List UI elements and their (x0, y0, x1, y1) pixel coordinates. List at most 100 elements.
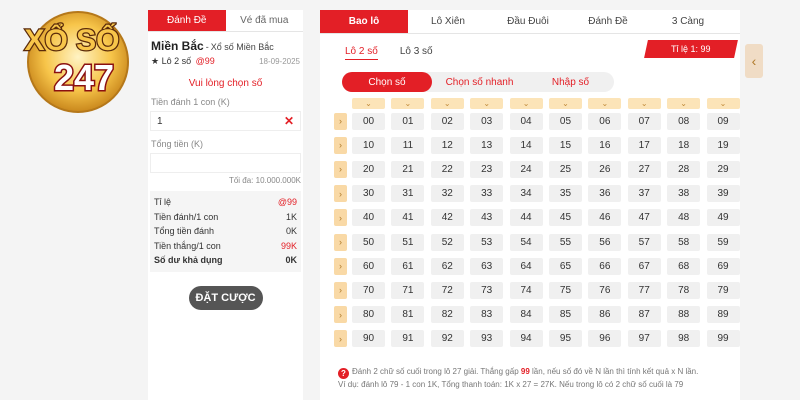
number-cell[interactable]: 03 (470, 112, 504, 130)
number-cell[interactable]: 77 (627, 281, 661, 299)
tab-category[interactable]: Đầu Đuôi (488, 10, 568, 33)
number-cell[interactable]: 87 (627, 306, 661, 324)
column-select-chevron-icon[interactable]: ⌄ (627, 98, 661, 109)
site-logo[interactable]: XỔ SỐ 247 (0, 0, 145, 120)
number-cell[interactable]: 36 (588, 185, 622, 203)
column-select-chevron-icon[interactable]: ⌄ (352, 98, 385, 109)
column-select-chevron-icon[interactable]: ⌄ (391, 98, 425, 109)
number-cell[interactable]: 20 (352, 160, 385, 178)
number-cell[interactable]: 99 (706, 330, 740, 348)
number-cell[interactable]: 97 (627, 330, 661, 348)
number-cell[interactable]: 34 (509, 185, 543, 203)
number-cell[interactable]: 55 (548, 233, 582, 251)
number-cell[interactable]: 86 (588, 306, 622, 324)
number-cell[interactable]: 72 (430, 281, 464, 299)
number-cell[interactable]: 74 (509, 281, 543, 299)
row-select-chevron-icon[interactable]: › (334, 209, 347, 227)
stake-input[interactable]: 1 ✕ (150, 111, 301, 131)
number-cell[interactable]: 38 (667, 185, 701, 203)
number-cell[interactable]: 92 (430, 330, 464, 348)
row-select-chevron-icon[interactable]: › (334, 185, 347, 203)
number-cell[interactable]: 91 (391, 330, 425, 348)
number-cell[interactable]: 98 (667, 330, 701, 348)
number-cell[interactable]: 83 (470, 306, 504, 324)
number-cell[interactable]: 12 (430, 136, 464, 154)
number-cell[interactable]: 59 (706, 233, 740, 251)
column-select-chevron-icon[interactable]: ⌄ (430, 98, 464, 109)
number-cell[interactable]: 94 (509, 330, 543, 348)
number-cell[interactable]: 73 (470, 281, 504, 299)
number-cell[interactable]: 32 (430, 185, 464, 203)
row-select-chevron-icon[interactable]: › (334, 257, 347, 275)
number-cell[interactable]: 29 (706, 160, 740, 178)
number-cell[interactable]: 93 (470, 330, 504, 348)
number-cell[interactable]: 75 (548, 281, 582, 299)
number-cell[interactable]: 42 (430, 209, 464, 227)
number-cell[interactable]: 30 (352, 185, 385, 203)
number-cell[interactable]: 78 (667, 281, 701, 299)
number-cell[interactable]: 57 (627, 233, 661, 251)
number-cell[interactable]: 16 (588, 136, 622, 154)
number-cell[interactable]: 23 (470, 160, 504, 178)
number-cell[interactable]: 27 (627, 160, 661, 178)
number-cell[interactable]: 67 (627, 257, 661, 275)
number-cell[interactable]: 70 (352, 281, 385, 299)
number-cell[interactable]: 07 (627, 112, 661, 130)
number-cell[interactable]: 85 (548, 306, 582, 324)
column-select-chevron-icon[interactable]: ⌄ (588, 98, 622, 109)
number-cell[interactable]: 06 (588, 112, 622, 130)
number-cell[interactable]: 21 (391, 160, 425, 178)
number-cell[interactable]: 89 (706, 306, 740, 324)
subtab-lo-3-so[interactable]: Lô 3 số (400, 46, 433, 60)
column-select-chevron-icon[interactable]: ⌄ (548, 98, 582, 109)
number-cell[interactable]: 15 (548, 136, 582, 154)
number-cell[interactable]: 00 (352, 112, 385, 130)
number-cell[interactable]: 48 (667, 209, 701, 227)
row-select-chevron-icon[interactable]: › (334, 112, 347, 130)
number-cell[interactable]: 95 (548, 330, 582, 348)
number-cell[interactable]: 64 (509, 257, 543, 275)
number-cell[interactable]: 09 (706, 112, 740, 130)
number-cell[interactable]: 46 (588, 209, 622, 227)
number-cell[interactable]: 13 (470, 136, 504, 154)
number-cell[interactable]: 96 (588, 330, 622, 348)
number-cell[interactable]: 17 (627, 136, 661, 154)
number-cell[interactable]: 39 (706, 185, 740, 203)
number-cell[interactable]: 10 (352, 136, 385, 154)
number-cell[interactable]: 43 (470, 209, 504, 227)
number-cell[interactable]: 80 (352, 306, 385, 324)
column-select-chevron-icon[interactable]: ⌄ (509, 98, 543, 109)
number-cell[interactable]: 90 (352, 330, 385, 348)
number-cell[interactable]: 71 (391, 281, 425, 299)
number-cell[interactable]: 56 (588, 233, 622, 251)
number-cell[interactable]: 69 (706, 257, 740, 275)
number-cell[interactable]: 76 (588, 281, 622, 299)
column-select-chevron-icon[interactable]: ⌄ (706, 98, 740, 109)
number-cell[interactable]: 01 (391, 112, 425, 130)
total-input[interactable] (150, 153, 301, 173)
number-cell[interactable]: 35 (548, 185, 582, 203)
number-cell[interactable]: 18 (667, 136, 701, 154)
tab-ve-da-mua[interactable]: Vé đã mua (226, 10, 304, 31)
column-select-chevron-icon[interactable]: ⌄ (470, 98, 504, 109)
number-cell[interactable]: 62 (430, 257, 464, 275)
clear-icon[interactable]: ✕ (284, 114, 294, 128)
number-cell[interactable]: 65 (548, 257, 582, 275)
number-cell[interactable]: 41 (391, 209, 425, 227)
number-cell[interactable]: 45 (548, 209, 582, 227)
row-select-chevron-icon[interactable]: › (334, 136, 347, 154)
number-cell[interactable]: 24 (509, 160, 543, 178)
tab-category[interactable]: Lô Xiên (408, 10, 488, 33)
number-cell[interactable]: 28 (667, 160, 701, 178)
number-cell[interactable]: 51 (391, 233, 425, 251)
number-cell[interactable]: 26 (588, 160, 622, 178)
mode-chon-so-nhanh[interactable]: Chọn số nhanh (432, 72, 527, 92)
number-cell[interactable]: 31 (391, 185, 425, 203)
number-cell[interactable]: 82 (430, 306, 464, 324)
number-cell[interactable]: 08 (667, 112, 701, 130)
tab-category[interactable]: 3 Càng (648, 10, 728, 33)
mode-nhap-so[interactable]: Nhập số (527, 72, 614, 92)
number-cell[interactable]: 22 (430, 160, 464, 178)
number-cell[interactable]: 52 (430, 233, 464, 251)
tab-danh-de[interactable]: Đánh Đề (148, 10, 226, 31)
